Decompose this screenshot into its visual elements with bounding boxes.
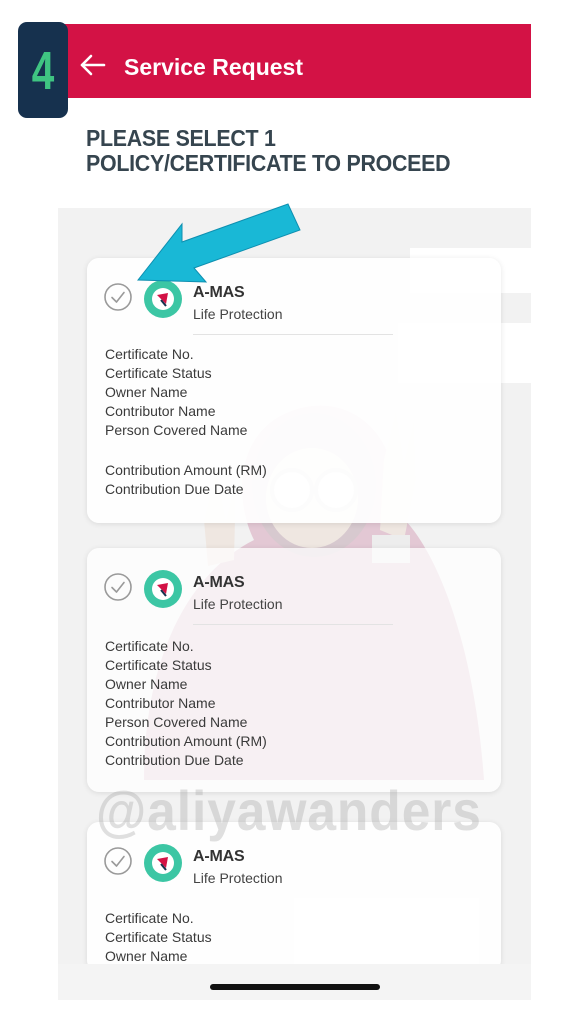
a-mas-logo-icon bbox=[144, 570, 182, 608]
field-label: Certificate Status bbox=[105, 657, 212, 673]
field-label: Owner Name bbox=[105, 384, 188, 400]
screen: Service Request 4 PLEASE SELECT 1 POLICY… bbox=[0, 0, 576, 1024]
field-label: Contribution Due Date bbox=[105, 481, 244, 497]
divider bbox=[193, 334, 393, 335]
policy-card[interactable]: A-MAS Life Protection Certificate No. Ce… bbox=[87, 822, 501, 972]
field-label: Contribution Amount (RM) bbox=[105, 462, 267, 478]
policy-card[interactable]: A-MAS Life Protection Certificate No. Ce… bbox=[87, 548, 501, 792]
back-arrow-icon[interactable] bbox=[78, 50, 108, 80]
step-badge: 4 bbox=[18, 22, 68, 118]
annotation-arrow-icon bbox=[136, 203, 301, 283]
home-indicator[interactable] bbox=[210, 984, 380, 990]
product-name: A-MAS bbox=[193, 574, 245, 591]
product-type: Life Protection bbox=[193, 870, 283, 886]
field-label: Contributor Name bbox=[105, 403, 216, 419]
field-label: Contribution Amount (RM) bbox=[105, 733, 267, 749]
watermark-text: @aliyawanders bbox=[96, 779, 482, 842]
field-label: Certificate No. bbox=[105, 346, 194, 362]
instruction-heading: PLEASE SELECT 1 POLICY/CERTIFICATE TO PR… bbox=[86, 125, 451, 176]
a-mas-logo-icon bbox=[144, 844, 182, 882]
field-label: Certificate No. bbox=[105, 910, 194, 926]
product-type: Life Protection bbox=[193, 306, 283, 322]
field-label: Person Covered Name bbox=[105, 422, 248, 438]
field-label: Contribution Due Date bbox=[105, 752, 244, 768]
product-type: Life Protection bbox=[193, 596, 283, 612]
field-label: Certificate Status bbox=[105, 929, 212, 945]
select-checkbox-icon[interactable] bbox=[103, 282, 133, 312]
field-label: Certificate Status bbox=[105, 365, 212, 381]
select-checkbox-icon[interactable] bbox=[103, 572, 133, 602]
field-label: Owner Name bbox=[105, 948, 188, 964]
bottom-bar bbox=[58, 964, 531, 1000]
page-title: Service Request bbox=[124, 54, 303, 80]
step-number: 4 bbox=[31, 41, 55, 101]
select-checkbox-icon[interactable] bbox=[103, 846, 133, 876]
field-label: Certificate No. bbox=[105, 638, 194, 654]
product-name: A-MAS bbox=[193, 848, 245, 865]
field-label: Person Covered Name bbox=[105, 714, 248, 730]
field-label: Contributor Name bbox=[105, 695, 216, 711]
field-label: Owner Name bbox=[105, 676, 188, 692]
divider bbox=[193, 624, 393, 625]
